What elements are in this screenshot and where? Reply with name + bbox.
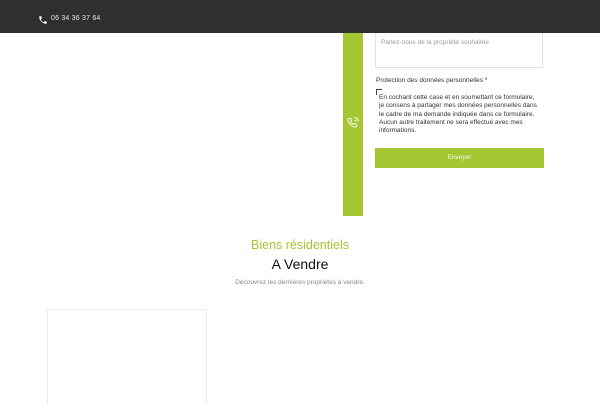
consent-line: Aucun autre traitement ne sera effectué …	[379, 118, 523, 126]
top-bar: 06 34 36 37 64	[0, 0, 600, 33]
property-card[interactable]	[47, 309, 207, 404]
consent-line: le cadre de ma demande indiquée dans ce …	[379, 110, 535, 118]
submit-button[interactable]: Envoyer	[375, 148, 544, 168]
consent-line: En cochant cette case et en soumettant c…	[379, 94, 535, 101]
message-textarea[interactable]: Parlez-nous de la propriété souhaitée	[375, 33, 543, 68]
section-title: A Vendre	[271, 256, 329, 272]
section-subtitle: Biens résidentiels	[251, 238, 349, 252]
phone-icon	[39, 16, 47, 24]
consent-line: je consens à partager mes données person…	[379, 102, 537, 110]
privacy-label: Protection des données personnelles *	[376, 77, 488, 84]
phone-number-link[interactable]: 06 34 36 37 64	[51, 15, 101, 22]
phone-call-icon	[347, 117, 359, 128]
section-description: Découvrez les dernières propriétés à ven…	[235, 279, 365, 286]
consent-text: En cochant cette case et en soumettant c…	[379, 94, 547, 135]
consent-line: informations.	[379, 127, 417, 135]
message-placeholder: Parlez-nous de la propriété souhaitée	[381, 39, 490, 46]
